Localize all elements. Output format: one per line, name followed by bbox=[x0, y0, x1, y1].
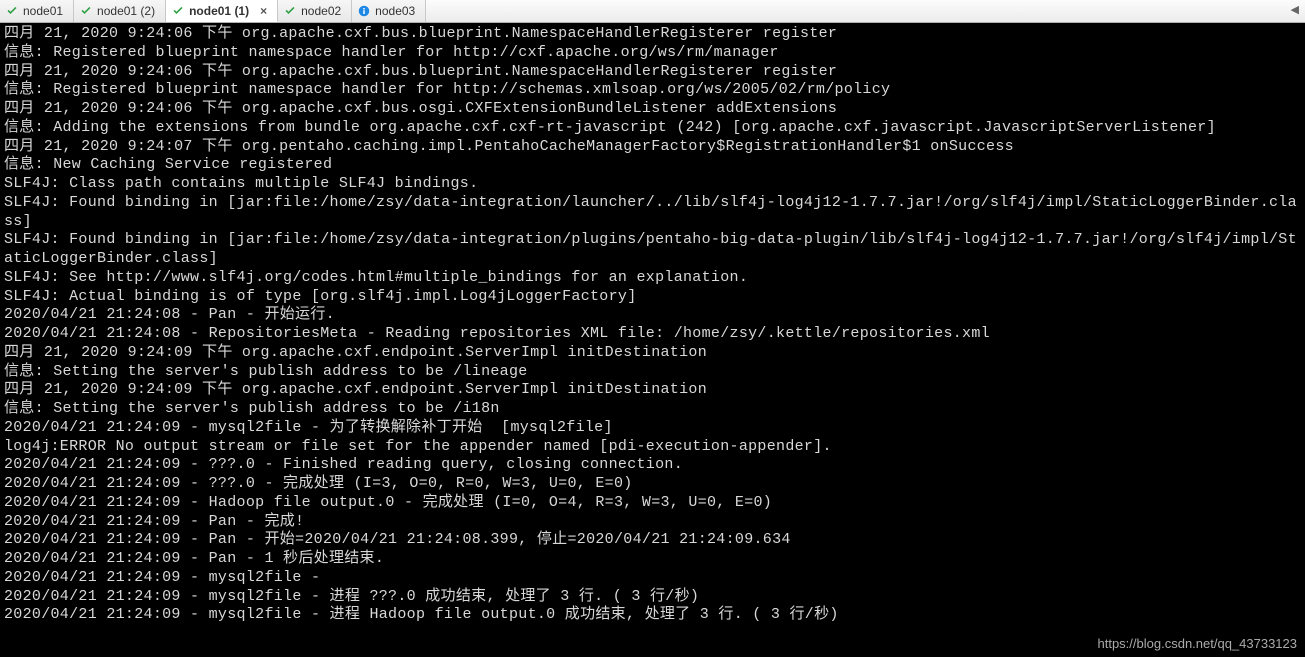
terminal-line: SLF4J: See http://www.slf4j.org/codes.ht… bbox=[4, 269, 1301, 288]
tab-bar: node01 node01 (2) node01 (1) × node02 no… bbox=[0, 0, 1305, 23]
tab-node01-1[interactable]: node01 (1) × bbox=[166, 0, 278, 22]
terminal-line: 四月 21, 2020 9:24:06 下午 org.apache.cxf.bu… bbox=[4, 100, 1301, 119]
check-icon bbox=[6, 5, 18, 17]
check-icon bbox=[80, 5, 92, 17]
terminal-line: 信息: Setting the server's publish address… bbox=[4, 400, 1301, 419]
tab-label: node01 (1) bbox=[189, 4, 249, 18]
check-icon bbox=[284, 5, 296, 17]
terminal-line: 2020/04/21 21:24:08 - RepositoriesMeta -… bbox=[4, 325, 1301, 344]
terminal-line: 2020/04/21 21:24:09 - ???.0 - Finished r… bbox=[4, 456, 1301, 475]
terminal-line: SLF4J: Class path contains multiple SLF4… bbox=[4, 175, 1301, 194]
tab-node01[interactable]: node01 bbox=[0, 0, 74, 22]
terminal-line: SLF4J: Found binding in [jar:file:/home/… bbox=[4, 194, 1301, 232]
tab-node02[interactable]: node02 bbox=[278, 0, 352, 22]
terminal-line: 2020/04/21 21:24:09 - Pan - 1 秒后处理结束. bbox=[4, 550, 1301, 569]
terminal-line: 2020/04/21 21:24:09 - Pan - 完成! bbox=[4, 513, 1301, 532]
terminal-line: 2020/04/21 21:24:08 - Pan - 开始运行. bbox=[4, 306, 1301, 325]
terminal-line: 信息: New Caching Service registered bbox=[4, 156, 1301, 175]
terminal-line: 2020/04/21 21:24:09 - mysql2file - 进程 ??… bbox=[4, 588, 1301, 607]
tab-node01-2[interactable]: node01 (2) bbox=[74, 0, 166, 22]
terminal-line: SLF4J: Actual binding is of type [org.sl… bbox=[4, 288, 1301, 307]
terminal-line: 四月 21, 2020 9:24:06 下午 org.apache.cxf.bu… bbox=[4, 25, 1301, 44]
terminal-line: 四月 21, 2020 9:24:09 下午 org.apache.cxf.en… bbox=[4, 344, 1301, 363]
terminal-output[interactable]: 四月 21, 2020 9:24:06 下午 org.apache.cxf.bu… bbox=[0, 23, 1305, 657]
tab-label: node02 bbox=[301, 4, 341, 18]
terminal-line: 四月 21, 2020 9:24:07 下午 org.pentaho.cachi… bbox=[4, 138, 1301, 157]
check-icon bbox=[172, 5, 184, 17]
terminal-line: 四月 21, 2020 9:24:06 下午 org.apache.cxf.bu… bbox=[4, 63, 1301, 82]
terminal-line: 2020/04/21 21:24:09 - mysql2file - 进程 Ha… bbox=[4, 606, 1301, 625]
chevron-left-icon[interactable]: ◀ bbox=[1291, 3, 1299, 16]
terminal-line: log4j:ERROR No output stream or file set… bbox=[4, 438, 1301, 457]
terminal-line: 信息: Adding the extensions from bundle or… bbox=[4, 119, 1301, 138]
terminal-line: 信息: Registered blueprint namespace handl… bbox=[4, 81, 1301, 100]
tab-node03[interactable]: node03 bbox=[352, 0, 426, 22]
terminal-line: 2020/04/21 21:24:09 - ???.0 - 完成处理 (I=3,… bbox=[4, 475, 1301, 494]
tab-label: node01 bbox=[23, 4, 63, 18]
terminal-line: SLF4J: Found binding in [jar:file:/home/… bbox=[4, 231, 1301, 269]
tab-label: node03 bbox=[375, 4, 415, 18]
terminal-line: 2020/04/21 21:24:09 - mysql2file - 为了转换解… bbox=[4, 419, 1301, 438]
terminal-line: 四月 21, 2020 9:24:09 下午 org.apache.cxf.en… bbox=[4, 381, 1301, 400]
terminal-line: 2020/04/21 21:24:09 - mysql2file - bbox=[4, 569, 1301, 588]
terminal-line: 2020/04/21 21:24:09 - Pan - 开始=2020/04/2… bbox=[4, 531, 1301, 550]
info-icon bbox=[358, 5, 370, 17]
close-icon[interactable]: × bbox=[260, 4, 267, 18]
terminal-line: 信息: Registered blueprint namespace handl… bbox=[4, 44, 1301, 63]
tab-label: node01 (2) bbox=[97, 4, 155, 18]
terminal-line: 信息: Setting the server's publish address… bbox=[4, 363, 1301, 382]
terminal-line: 2020/04/21 21:24:09 - Hadoop file output… bbox=[4, 494, 1301, 513]
